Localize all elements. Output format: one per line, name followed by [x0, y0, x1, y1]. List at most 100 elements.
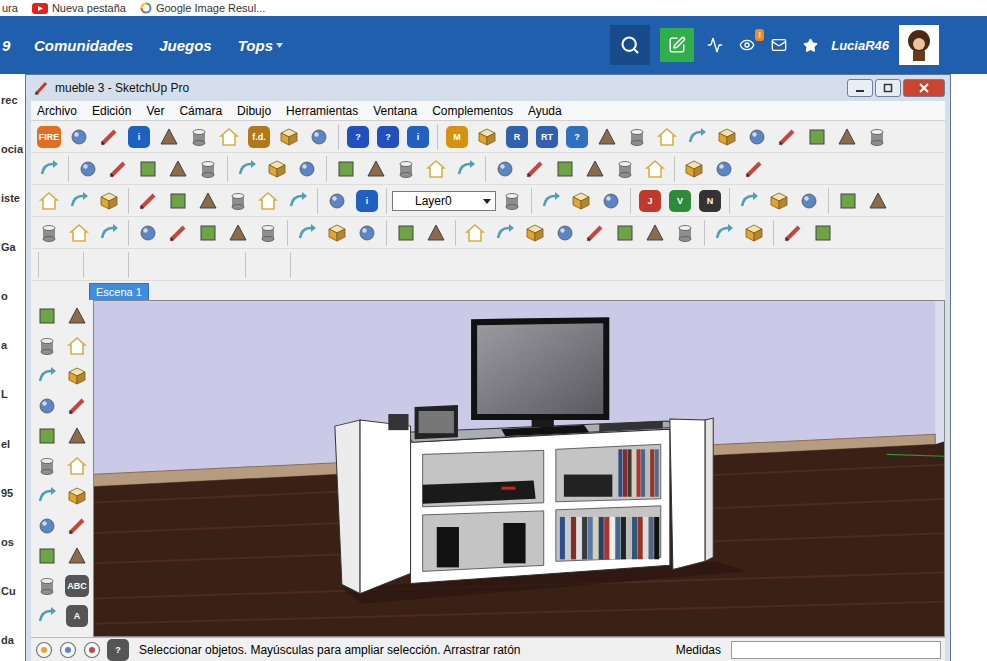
- post-button[interactable]: [660, 28, 694, 62]
- tool-button[interactable]: [194, 155, 222, 183]
- layer-dropdown[interactable]: Layer0: [392, 191, 496, 211]
- tool-button[interactable]: f.d.: [245, 123, 273, 151]
- tool-button[interactable]: R: [503, 123, 531, 151]
- tool-button[interactable]: [461, 219, 489, 247]
- tool-button[interactable]: [33, 362, 61, 390]
- tool-button[interactable]: [233, 155, 261, 183]
- tool-button[interactable]: [422, 155, 450, 183]
- tool-button[interactable]: M: [443, 123, 471, 151]
- tool-button[interactable]: [740, 155, 768, 183]
- menu-item[interactable]: Dibujo: [237, 104, 271, 118]
- tool-button[interactable]: [491, 155, 519, 183]
- tool-button[interactable]: [735, 187, 763, 215]
- tool-button[interactable]: [63, 512, 91, 540]
- tool-button[interactable]: [33, 572, 61, 600]
- tool-button[interactable]: [164, 187, 192, 215]
- help-icon[interactable]: ?: [107, 639, 129, 661]
- tool-button[interactable]: FIRE: [35, 123, 63, 151]
- tool-button[interactable]: V: [666, 187, 694, 215]
- tool-button[interactable]: [611, 219, 639, 247]
- tool-button[interactable]: [863, 123, 891, 151]
- tool-button[interactable]: [63, 452, 91, 480]
- tool-button[interactable]: [224, 219, 252, 247]
- tool-button[interactable]: [224, 187, 252, 215]
- search-button[interactable]: [610, 25, 650, 65]
- tool-button[interactable]: [95, 123, 123, 151]
- model-viewport[interactable]: [93, 300, 945, 637]
- tool-button[interactable]: [323, 219, 351, 247]
- tool-button[interactable]: [795, 187, 823, 215]
- tool-button[interactable]: [809, 219, 837, 247]
- tool-button[interactable]: [332, 155, 360, 183]
- tool-button[interactable]: [33, 452, 61, 480]
- tool-button[interactable]: [740, 219, 768, 247]
- tool-button[interactable]: [95, 219, 123, 247]
- minimize-button[interactable]: [847, 79, 873, 97]
- tool-button[interactable]: [254, 187, 282, 215]
- tool-button[interactable]: [551, 219, 579, 247]
- site-logo[interactable]: 9: [0, 37, 34, 54]
- tool-button[interactable]: [581, 219, 609, 247]
- tool-button[interactable]: [33, 332, 61, 360]
- tool-button[interactable]: [65, 123, 93, 151]
- tool-button[interactable]: i: [125, 123, 153, 151]
- tool-button[interactable]: ?: [563, 123, 591, 151]
- menu-item[interactable]: Cámara: [179, 104, 222, 118]
- tool-button[interactable]: [63, 542, 91, 570]
- tool-button[interactable]: [33, 302, 61, 330]
- tool-button[interactable]: [33, 392, 61, 420]
- tool-button[interactable]: [63, 332, 91, 360]
- tool-button[interactable]: [134, 155, 162, 183]
- tool-button[interactable]: [63, 362, 91, 390]
- tool-button[interactable]: [834, 187, 862, 215]
- menu-item[interactable]: Ventana: [373, 104, 417, 118]
- bookmark[interactable]: ura: [2, 2, 18, 14]
- tool-button[interactable]: [263, 155, 291, 183]
- tool-button[interactable]: i: [353, 187, 381, 215]
- tool-button[interactable]: [641, 155, 669, 183]
- tool-button[interactable]: ?: [344, 123, 372, 151]
- tool-button[interactable]: [710, 155, 738, 183]
- tool-button[interactable]: [74, 155, 102, 183]
- tool-button[interactable]: [275, 123, 303, 151]
- tool-button[interactable]: [422, 219, 450, 247]
- tool-button[interactable]: [452, 155, 480, 183]
- tool-button[interactable]: [104, 155, 132, 183]
- tool-button[interactable]: [713, 123, 741, 151]
- measure-field[interactable]: [731, 641, 941, 659]
- tool-button[interactable]: [353, 219, 381, 247]
- menu-item[interactable]: Archivo: [37, 104, 77, 118]
- tool-button[interactable]: [35, 155, 63, 183]
- tool-button[interactable]: [134, 187, 162, 215]
- tool-button[interactable]: [623, 123, 651, 151]
- tool-button[interactable]: [581, 155, 609, 183]
- tool-button[interactable]: [864, 187, 892, 215]
- activity-button[interactable]: [704, 37, 726, 53]
- bookmark[interactable]: Google Image Resul...: [140, 2, 265, 14]
- tool-button[interactable]: [35, 219, 63, 247]
- tool-button[interactable]: [743, 123, 771, 151]
- tool-button[interactable]: [611, 155, 639, 183]
- tool-button[interactable]: [134, 219, 162, 247]
- tool-button[interactable]: [254, 219, 282, 247]
- nav-item[interactable]: Juegos: [159, 37, 212, 54]
- tool-button[interactable]: J: [636, 187, 664, 215]
- tool-button[interactable]: [284, 187, 312, 215]
- tool-button[interactable]: [293, 155, 321, 183]
- menu-item[interactable]: Herramientas: [286, 104, 358, 118]
- tool-button[interactable]: [63, 302, 91, 330]
- tool-button[interactable]: [185, 123, 213, 151]
- menu-item[interactable]: Ayuda: [528, 104, 562, 118]
- tool-button[interactable]: [362, 155, 390, 183]
- tool-button[interactable]: [521, 219, 549, 247]
- tool-button[interactable]: [491, 219, 519, 247]
- tool-button[interactable]: [498, 187, 526, 215]
- tool-button[interactable]: [155, 123, 183, 151]
- tool-button[interactable]: [63, 392, 91, 420]
- scene-tab[interactable]: Escena 1: [89, 283, 149, 300]
- tool-button[interactable]: N: [696, 187, 724, 215]
- tool-button[interactable]: [521, 155, 549, 183]
- tool-button[interactable]: [653, 123, 681, 151]
- tool-button[interactable]: [63, 422, 91, 450]
- tool-button[interactable]: [597, 187, 625, 215]
